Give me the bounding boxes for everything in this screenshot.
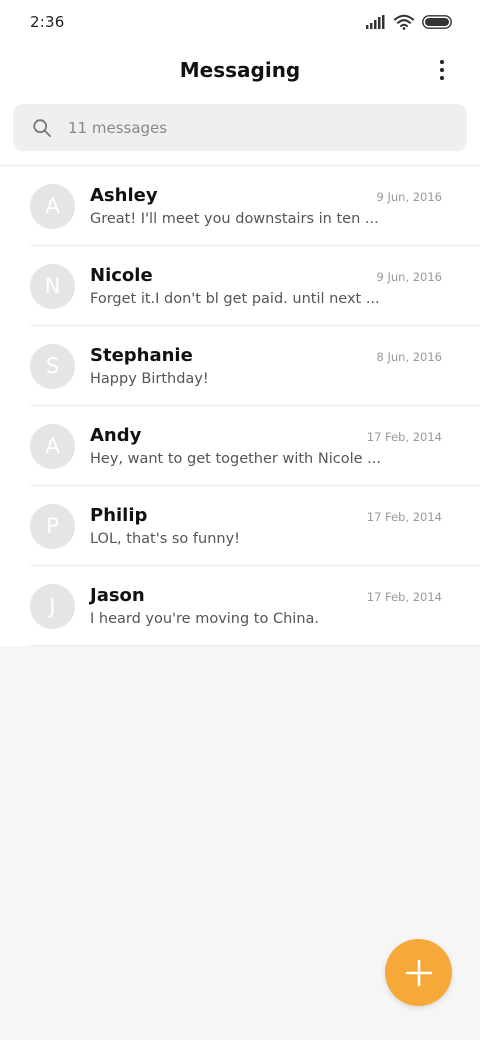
menu-dot <box>440 68 444 72</box>
message-preview: Great! I'll meet you downstairs in ten .… <box>90 211 379 227</box>
message-list: A Ashley 9 Jun, 2016 Great! I'll meet yo… <box>0 166 480 646</box>
message-date: 9 Jun, 2016 <box>376 270 442 284</box>
battery-icon <box>422 15 452 29</box>
list-item[interactable]: A Ashley 9 Jun, 2016 Great! I'll meet yo… <box>0 166 480 246</box>
avatar: S <box>30 343 75 389</box>
message-date: 17 Feb, 2014 <box>366 590 442 604</box>
row-divider <box>30 645 480 646</box>
contact-name: Jason <box>90 585 145 606</box>
message-body: Philip 17 Feb, 2014 LOL, that's so funny… <box>90 505 442 547</box>
messaging-screen: 2:36 Messaging 11 messages A Ashley 9 Ju… <box>0 0 480 1040</box>
contact-name: Philip <box>90 505 148 526</box>
message-body: Andy 17 Feb, 2014 Hey, want to get toget… <box>90 425 442 467</box>
avatar: A <box>30 423 75 469</box>
search-icon <box>32 118 52 138</box>
message-top-row: Nicole 9 Jun, 2016 <box>90 265 442 286</box>
top-area: 2:36 Messaging 11 messages <box>0 0 480 166</box>
menu-dot <box>440 76 444 80</box>
signal-icon <box>366 15 386 29</box>
message-preview: I heard you're moving to China. <box>90 611 320 627</box>
message-preview: Forget it.I don't bl get paid. until nex… <box>90 291 380 307</box>
message-date: 9 Jun, 2016 <box>376 190 442 204</box>
contact-name: Stephanie <box>90 345 193 366</box>
avatar: J <box>30 583 75 629</box>
list-item[interactable]: P Philip 17 Feb, 2014 LOL, that's so fun… <box>0 486 480 566</box>
message-date: 17 Feb, 2014 <box>366 510 442 524</box>
contact-name: Ashley <box>90 185 158 206</box>
wifi-icon <box>394 14 414 30</box>
message-top-row: Ashley 9 Jun, 2016 <box>90 185 442 206</box>
message-top-row: Philip 17 Feb, 2014 <box>90 505 442 526</box>
avatar: N <box>30 263 75 309</box>
list-item[interactable]: N Nicole 9 Jun, 2016 Forget it.I don't b… <box>0 246 480 326</box>
message-top-row: Jason 17 Feb, 2014 <box>90 585 442 606</box>
avatar: P <box>30 503 75 549</box>
message-top-row: Andy 17 Feb, 2014 <box>90 425 442 446</box>
message-preview: LOL, that's so funny! <box>90 531 240 547</box>
plus-icon <box>404 958 434 988</box>
contact-name: Nicole <box>90 265 153 286</box>
search-input[interactable] <box>68 118 428 137</box>
message-top-row: Stephanie 8 Jun, 2016 <box>90 345 442 366</box>
new-message-button[interactable] <box>385 939 452 1006</box>
message-date: 17 Feb, 2014 <box>366 430 442 444</box>
more-vertical-icon[interactable] <box>428 56 456 84</box>
avatar: A <box>30 183 75 229</box>
list-item[interactable]: S Stephanie 8 Jun, 2016 Happy Birthday! <box>0 326 480 406</box>
message-body: Jason 17 Feb, 2014 I heard you're moving… <box>90 585 442 627</box>
page-title: Messaging <box>179 58 301 82</box>
message-body: Stephanie 8 Jun, 2016 Happy Birthday! <box>90 345 442 387</box>
list-item[interactable]: A Andy 17 Feb, 2014 Hey, want to get tog… <box>0 406 480 486</box>
list-item[interactable]: J Jason 17 Feb, 2014 I heard you're movi… <box>0 566 480 646</box>
status-time: 2:36 <box>30 13 65 31</box>
status-icons <box>366 14 452 30</box>
message-preview: Hey, want to get together with Nicole ..… <box>90 451 381 467</box>
menu-dot <box>440 60 444 64</box>
message-preview: Happy Birthday! <box>90 371 209 387</box>
contact-name: Andy <box>90 425 142 446</box>
message-body: Nicole 9 Jun, 2016 Forget it.I don't bl … <box>90 265 442 307</box>
search-wrap <box>0 96 480 165</box>
message-body: Ashley 9 Jun, 2016 Great! I'll meet you … <box>90 185 442 227</box>
search-bar[interactable] <box>13 104 467 151</box>
status-bar: 2:36 <box>0 0 480 44</box>
message-date: 8 Jun, 2016 <box>376 350 442 364</box>
app-header: Messaging <box>0 44 480 96</box>
